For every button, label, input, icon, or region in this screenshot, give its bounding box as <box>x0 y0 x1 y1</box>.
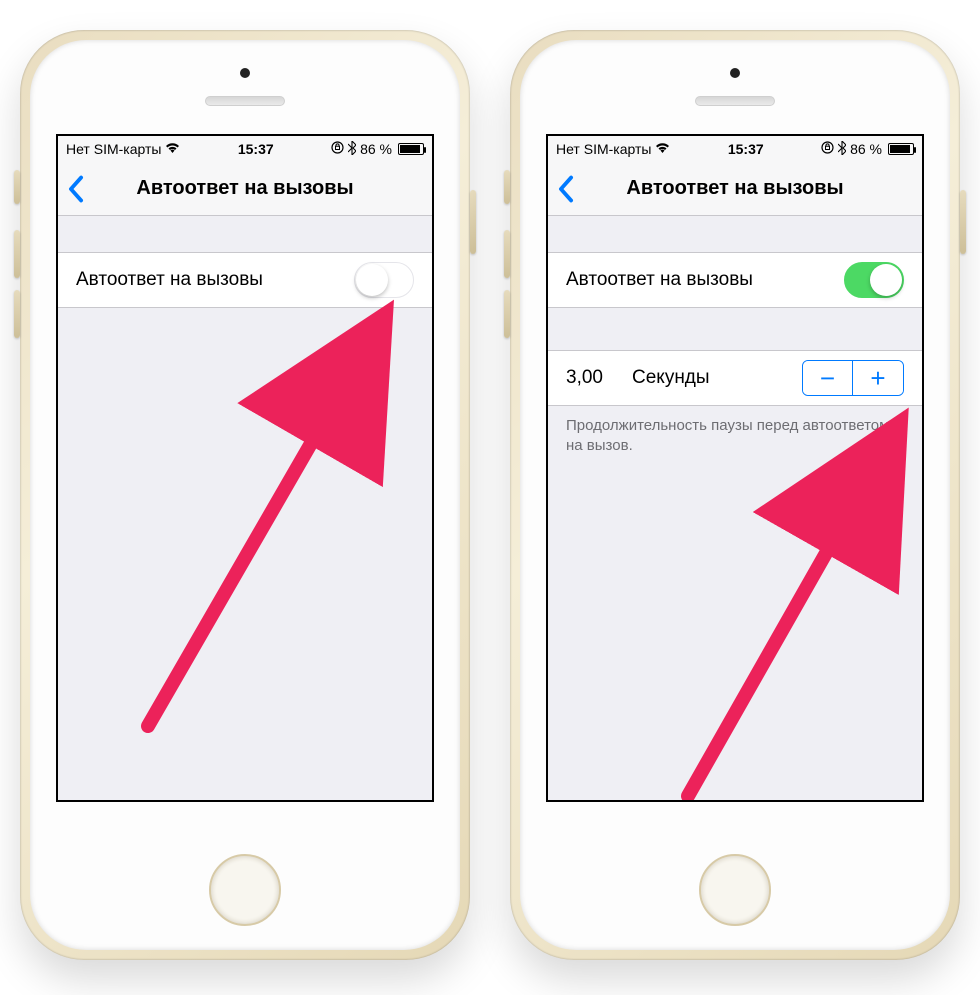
delay-note: Продолжительность паузы перед автоответо… <box>548 406 922 457</box>
orientation-lock-icon <box>331 141 344 157</box>
delay-group: 3,00 Секунды − + Продолжительность паузы… <box>548 350 922 457</box>
bluetooth-icon <box>348 141 356 158</box>
carrier-text: Нет SIM-карты <box>66 141 161 157</box>
battery-pct: 86 % <box>850 141 882 157</box>
wifi-icon <box>165 142 180 157</box>
annotation-arrow-left <box>118 306 418 751</box>
autoanswer-row[interactable]: Автоответ на вызовы <box>548 252 922 308</box>
status-bar: Нет SIM-карты 15:37 86 % <box>58 136 432 162</box>
back-button[interactable] <box>58 175 94 203</box>
autoanswer-label: Автоответ на вызовы <box>566 269 844 291</box>
carrier-text: Нет SIM-карты <box>556 141 651 157</box>
orientation-lock-icon <box>821 141 834 157</box>
page-title: Автоответ на вызовы <box>58 177 432 200</box>
volume-up <box>504 230 510 278</box>
delay-stepper: − + <box>802 360 904 396</box>
bluetooth-icon <box>838 141 846 158</box>
volume-down <box>14 290 20 338</box>
status-bar: Нет SIM-карты 15:37 86 % <box>548 136 922 162</box>
battery-pct: 86 % <box>360 141 392 157</box>
delay-unit: Секунды <box>626 367 802 389</box>
screen-right: Нет SIM-карты 15:37 86 % <box>546 134 924 802</box>
autoanswer-row[interactable]: Автоответ на вызовы <box>58 252 432 308</box>
earpiece <box>205 96 285 106</box>
delay-row: 3,00 Секунды − + <box>548 350 922 406</box>
home-button[interactable] <box>699 854 771 926</box>
screen-left: Нет SIM-карты 15:37 86 % <box>56 134 434 802</box>
nav-bar: Автоответ на вызовы <box>58 162 432 216</box>
power-button <box>470 190 476 254</box>
phone-frame-right: Нет SIM-карты 15:37 86 % <box>510 30 960 960</box>
annotation-arrow-right <box>668 416 924 802</box>
clock: 15:37 <box>728 141 764 157</box>
clock: 15:37 <box>238 141 274 157</box>
battery-icon <box>398 143 424 155</box>
autoanswer-toggle[interactable] <box>844 262 904 298</box>
back-button[interactable] <box>548 175 584 203</box>
power-button <box>960 190 966 254</box>
front-camera <box>240 68 250 78</box>
nav-bar: Автоответ на вызовы <box>548 162 922 216</box>
mute-switch <box>504 170 510 204</box>
volume-down <box>504 290 510 338</box>
delay-value: 3,00 <box>566 367 626 389</box>
wifi-icon <box>655 142 670 157</box>
stepper-minus-button[interactable]: − <box>803 361 853 395</box>
autoanswer-label: Автоответ на вызовы <box>76 269 354 291</box>
volume-up <box>14 230 20 278</box>
autoanswer-group: Автоответ на вызовы <box>58 252 432 308</box>
autoanswer-toggle[interactable] <box>354 262 414 298</box>
autoanswer-group: Автоответ на вызовы <box>548 252 922 308</box>
page-title: Автоответ на вызовы <box>548 177 922 200</box>
battery-icon <box>888 143 914 155</box>
phone-frame-left: Нет SIM-карты 15:37 86 % <box>20 30 470 960</box>
front-camera <box>730 68 740 78</box>
earpiece <box>695 96 775 106</box>
mute-switch <box>14 170 20 204</box>
home-button[interactable] <box>209 854 281 926</box>
stepper-plus-button[interactable]: + <box>853 361 903 395</box>
